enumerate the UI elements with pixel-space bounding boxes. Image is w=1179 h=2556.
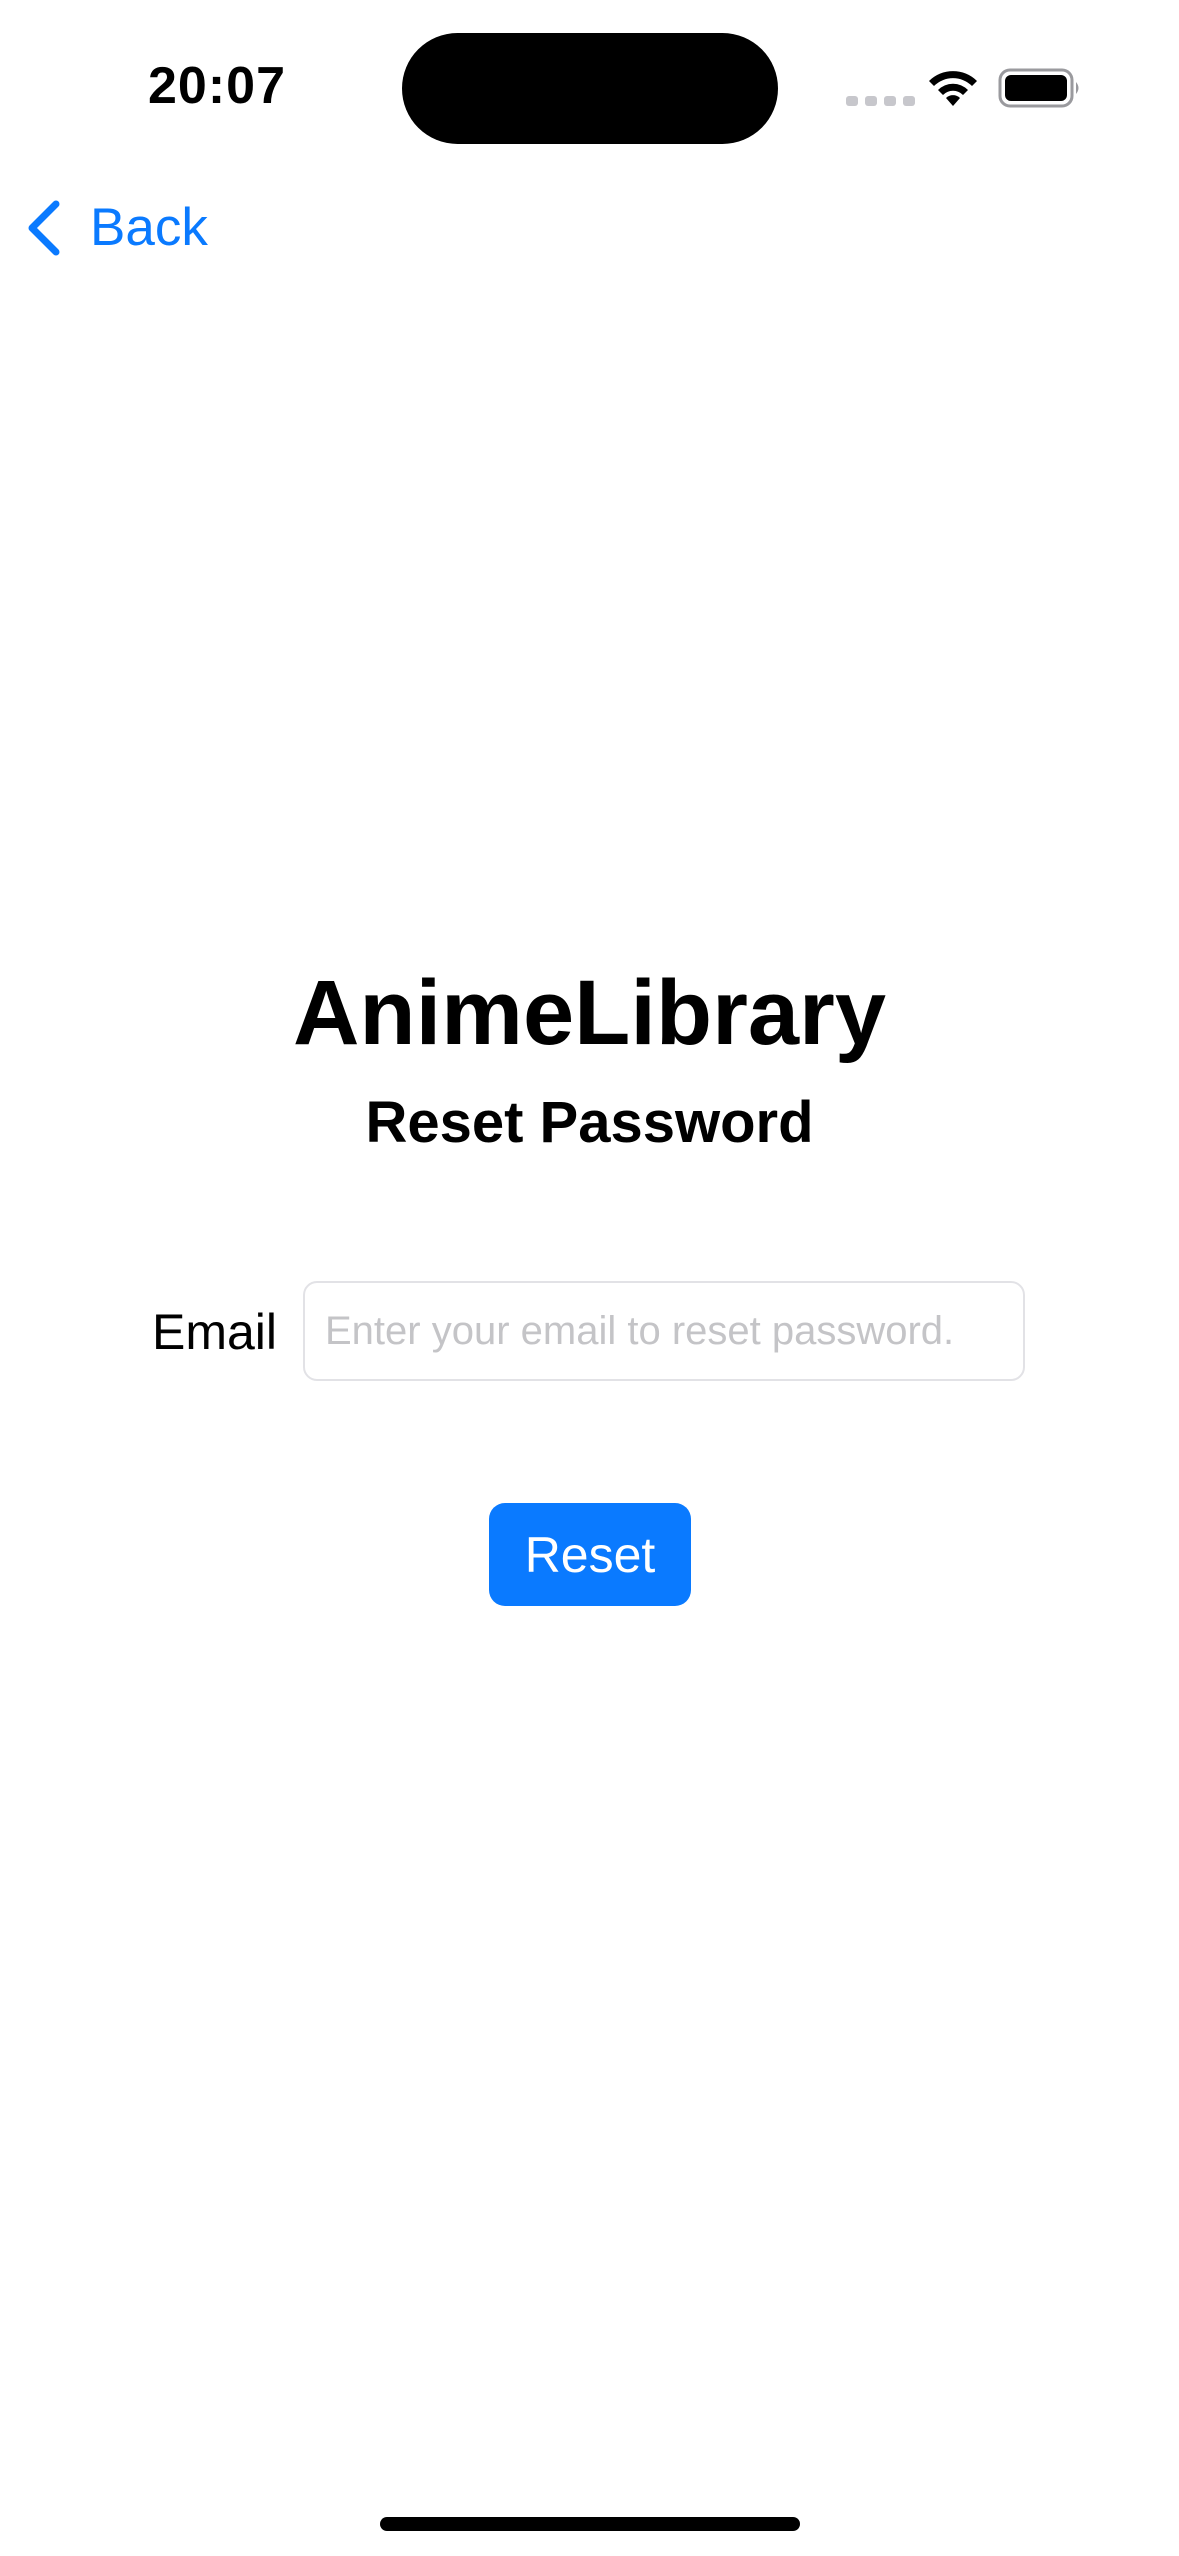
page-subtitle: Reset Password xyxy=(365,1090,814,1155)
app-title: AnimeLibrary xyxy=(292,962,887,1064)
wifi-icon xyxy=(929,71,977,106)
back-label: Back xyxy=(90,198,208,257)
battery-icon xyxy=(998,68,1079,108)
dynamic-island xyxy=(402,33,778,144)
home-indicator[interactable] xyxy=(380,2517,800,2531)
back-button[interactable]: Back xyxy=(24,196,208,260)
email-label: Email xyxy=(152,1304,278,1360)
email-input[interactable] xyxy=(303,1281,1025,1381)
cellular-signal-icon xyxy=(846,96,915,106)
reset-button[interactable]: Reset xyxy=(489,1503,691,1606)
chevron-left-icon xyxy=(28,200,60,256)
status-time: 20:07 xyxy=(148,57,286,115)
